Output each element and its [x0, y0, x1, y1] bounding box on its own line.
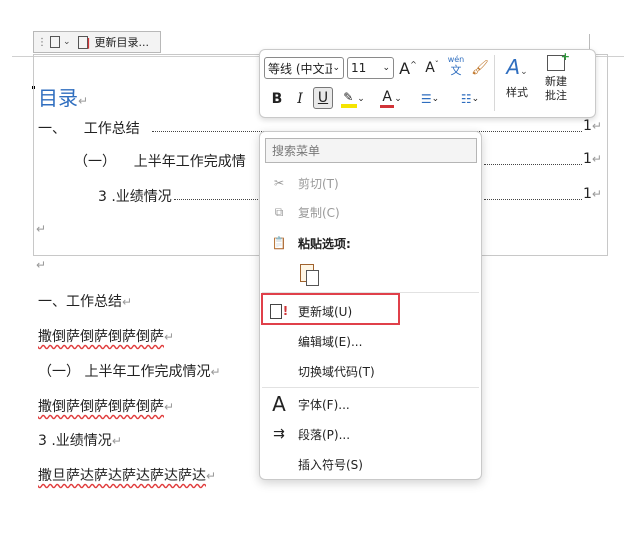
chevron-down-icon: ⌄	[357, 94, 365, 104]
toc-leader	[174, 199, 262, 200]
numbering-icon: ☷	[460, 92, 472, 106]
body-paragraph: 撒倒萨倒萨倒萨倒萨↵	[38, 329, 175, 345]
toc-page-number: 1↵	[583, 151, 602, 167]
bold-button[interactable]: B	[268, 88, 286, 110]
toc-control-tab[interactable]: ⋮ ⌄ | 更新目录...	[33, 31, 161, 53]
menu-item-copy[interactable]: ⧉ 复制(C)	[260, 198, 481, 226]
paste-keep-text-icon[interactable]	[298, 262, 320, 286]
scissors-icon: ✂	[273, 176, 285, 190]
toolbar-separator	[494, 55, 495, 111]
highlight-button[interactable]: ✎ ⌄	[339, 88, 367, 110]
copy-icon: ⧉	[274, 204, 284, 219]
toc-entry-text: （一） 上半年工作完成情	[74, 154, 246, 170]
toc-leader	[484, 199, 582, 200]
paragraph-icon: ⇉	[273, 426, 285, 442]
toc-entry[interactable]: （一） 上半年工作完成情	[74, 151, 246, 171]
toc-document-icon[interactable]	[50, 36, 60, 48]
new-comment-button[interactable]: + 新建 批注	[540, 50, 572, 111]
grow-font-button[interactable]: A ^	[399, 57, 417, 79]
highlighter-icon: ✎	[341, 90, 358, 108]
font-color-button[interactable]: A ⌄	[376, 88, 406, 110]
body-paragraph: 撒旦萨达萨达萨达萨达萨达↵	[38, 468, 217, 484]
update-toc-icon[interactable]: |	[77, 35, 91, 49]
menu-item-paragraph[interactable]: ⇉ 段落(P)...	[260, 420, 481, 448]
toc-entry-text: 一、 工作总结	[38, 121, 140, 137]
italic-button[interactable]: I	[291, 88, 309, 110]
styles-button[interactable]: A⌄ 样式	[499, 55, 535, 107]
menu-separator	[262, 387, 479, 388]
toc-page-number: 1↵	[583, 118, 602, 134]
chevron-down-icon[interactable]: ⌄	[332, 63, 340, 73]
menu-item-cut[interactable]: ✂ 剪切(T)	[260, 169, 481, 197]
menu-item-font[interactable]: A 字体(F)...	[260, 390, 481, 418]
menu-item-insert-symbol[interactable]: 插入符号(S)	[260, 450, 481, 478]
toc-leader	[484, 164, 582, 165]
styles-icon: A⌄	[506, 55, 528, 79]
toc-entry-text: 3 .业绩情况	[98, 189, 172, 205]
update-toc-button[interactable]: 更新目录...	[95, 34, 150, 50]
heading-1: 一、工作总结↵	[38, 294, 133, 310]
shrink-font-button[interactable]: Aˇ	[423, 57, 441, 79]
body-paragraph: 撒倒萨倒萨倒萨倒萨↵	[38, 399, 175, 415]
chevron-down-icon[interactable]: ⌄	[382, 63, 390, 73]
font-icon: A	[272, 392, 286, 416]
toc-page-number: 1↵	[583, 186, 602, 202]
chevron-down-icon: ⌄	[394, 94, 402, 104]
paragraph-mark: ↵	[36, 222, 47, 236]
font-name-combo[interactable]: 等线 (中文正 ⌄	[264, 57, 344, 79]
font-size-combo[interactable]: 11 ⌄	[347, 57, 394, 79]
phonetic-guide-button[interactable]: wén 文	[446, 55, 466, 81]
search-menu-input[interactable]: 搜索菜单	[265, 138, 477, 163]
format-painter-icon[interactable]: 🖌	[470, 57, 490, 79]
drag-handle-icon[interactable]: ⋮	[37, 37, 47, 48]
underline-button[interactable]: U	[313, 87, 333, 109]
paste-options-label: 📋 粘贴选项:	[260, 229, 481, 257]
heading-2: （一） 上半年工作完成情况↵	[38, 364, 221, 380]
heading-3: 3 .业绩情况↵	[38, 433, 122, 449]
update-field-highlight	[261, 293, 400, 325]
toc-entry[interactable]: 3 .业绩情况	[98, 186, 172, 206]
toc-entry[interactable]: 一、 工作总结	[38, 118, 140, 138]
bullets-icon: ☰	[420, 92, 432, 106]
menu-item-toggle-field-codes[interactable]: 切换域代码(T)	[260, 357, 481, 385]
bullets-button[interactable]: ☰ ⌄	[413, 88, 447, 110]
new-comment-icon: +	[547, 50, 570, 71]
toc-title: 目录↵	[38, 86, 89, 110]
menu-item-edit-field[interactable]: 编辑域(E)...	[260, 327, 481, 355]
chevron-down-icon: ⌄	[431, 94, 440, 104]
clipboard-icon: 📋	[271, 236, 287, 250]
chevron-down-icon: ⌄	[471, 94, 480, 104]
chevron-down-icon[interactable]: ⌄	[63, 37, 71, 47]
numbering-button[interactable]: ☷ ⌄	[453, 88, 487, 110]
paragraph-mark: ↵	[36, 258, 47, 272]
